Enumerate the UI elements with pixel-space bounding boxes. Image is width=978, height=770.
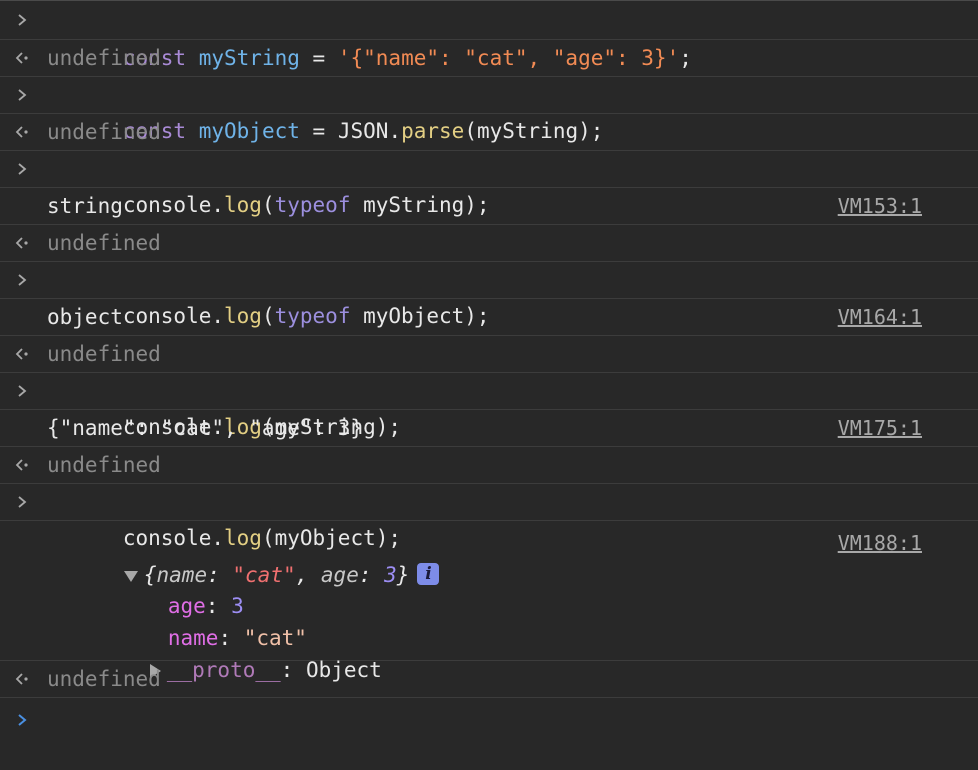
console-log-output: object VM164:1 [0,299,978,336]
source-link[interactable]: VM188:1 [838,527,922,559]
return-arrow-icon [12,225,32,261]
result-value: undefined [47,667,161,691]
console-input-entry[interactable]: console.log(myString); [0,373,978,439]
info-icon[interactable]: i [417,563,440,585]
console-result-entry: undefined [0,114,978,151]
console-input-entry[interactable]: console.log(typeof myString); [0,151,978,217]
chevron-right-icon [12,484,32,520]
result-value: undefined [47,342,161,366]
object-value: 3 [384,563,397,587]
object-brace: } [396,563,410,587]
source-link[interactable]: VM175:1 [838,410,922,446]
console-result-entry: undefined [0,661,978,698]
source-link[interactable]: VM153:1 [838,188,922,224]
console-prompt-input[interactable] [0,698,978,742]
object-key: age [320,563,359,587]
return-arrow-icon [12,114,32,150]
console-result-entry: undefined [0,447,978,484]
console-result-entry: undefined [0,40,978,77]
result-value: undefined [47,46,161,70]
result-value: undefined [47,453,161,477]
log-text: object [47,305,123,329]
console-input-entry[interactable]: console.log(myObject); [0,484,978,550]
chevron-right-icon [12,77,32,113]
console-input-entry[interactable]: const myString = '{"name": "cat", "age":… [0,1,978,70]
return-arrow-icon [12,661,32,697]
chevron-right-icon [12,1,32,39]
object-proto-property[interactable]: __proto__: Object [74,622,382,682]
console-input-entry[interactable]: const myObject = JSON.parse(myString); [0,77,978,143]
console-input-entry[interactable]: console.log(typeof myObject); [0,262,978,328]
chevron-right-icon [12,262,32,298]
result-value: undefined [47,120,161,144]
log-text: string [47,194,123,218]
object-summary[interactable]: {name: "cat", age: 3} i [48,527,440,587]
source-link[interactable]: VM164:1 [838,299,922,335]
result-value: undefined [47,231,161,255]
return-arrow-icon [12,336,32,372]
object-property: age: 3 [92,558,244,618]
chevron-right-icon [12,698,32,742]
chevron-right-icon [12,373,32,409]
console-result-entry: undefined [0,336,978,373]
object-separator: : [358,563,385,587]
console-log-output: string VM153:1 [0,188,978,225]
log-text: {"name": "cat", "age": 3} [47,416,364,440]
chevron-right-icon [12,151,32,187]
console-log-output: {"name": "cat", "age": 3} VM175:1 [0,410,978,447]
return-arrow-icon [12,40,32,76]
return-arrow-icon [12,447,32,483]
devtools-console: const myString = '{"name": "cat", "age":… [0,0,978,770]
console-result-entry: undefined [0,225,978,262]
object-property: name: "cat" [92,590,307,650]
object-separator: , [295,563,321,587]
console-object-output: {name: "cat", age: 3} i VM188:1 age: 3 na… [0,521,978,682]
